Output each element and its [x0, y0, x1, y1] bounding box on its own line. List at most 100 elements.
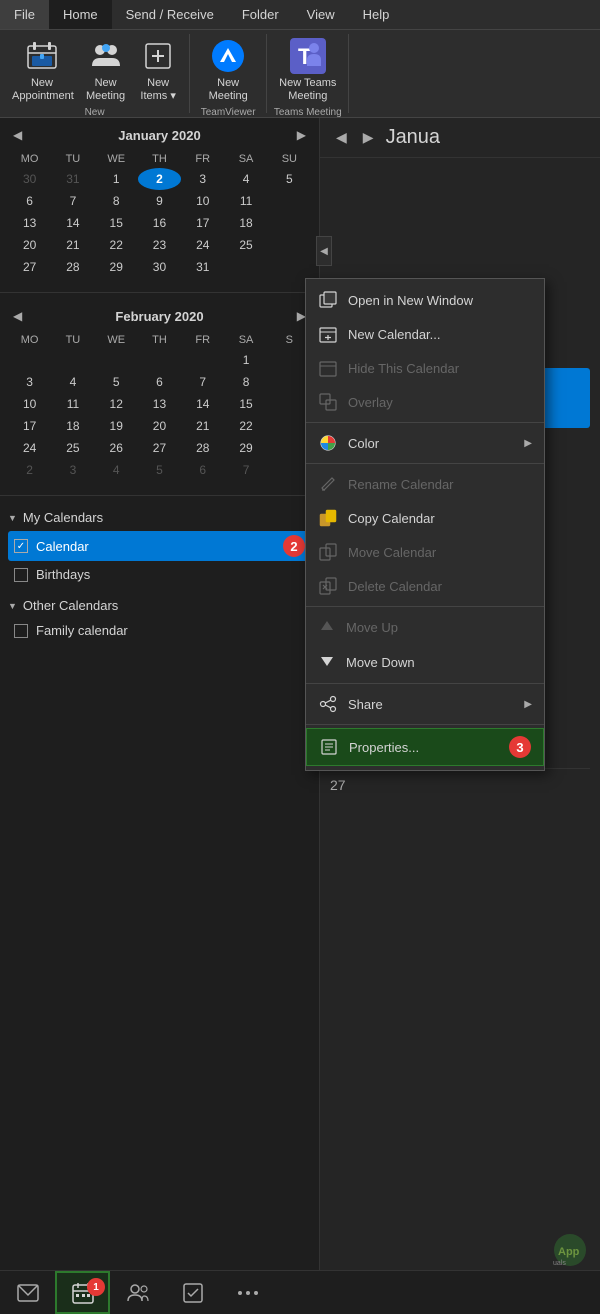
feb-day-1[interactable]: 1 — [224, 349, 267, 371]
feb-day-4[interactable]: 4 — [51, 371, 94, 393]
jan-day-5[interactable]: 5 — [268, 168, 311, 190]
ctx-color[interactable]: Color ▶ — [306, 426, 544, 460]
jan-day-6[interactable]: 6 — [8, 190, 51, 212]
jan-day-31[interactable]: 31 — [181, 256, 224, 278]
menu-send-receive[interactable]: Send / Receive — [112, 0, 228, 29]
jan-day-7[interactable]: 7 — [51, 190, 94, 212]
feb-day-29[interactable]: 29 — [224, 437, 267, 459]
january-prev[interactable]: ◀ — [8, 126, 27, 144]
teamviewer-meeting-button[interactable]: NewMeeting — [196, 34, 260, 107]
jan-day-27[interactable]: 27 — [8, 256, 51, 278]
menu-help[interactable]: Help — [349, 0, 404, 29]
jan-day-29[interactable]: 29 — [95, 256, 138, 278]
jan-day-30prev[interactable]: 30 — [8, 168, 51, 190]
new-appointment-button[interactable]: NewAppointment — [6, 34, 78, 107]
teams-meeting-button[interactable]: T New TeamsMeeting — [273, 34, 342, 107]
feb-day-5[interactable]: 5 — [95, 371, 138, 393]
january-next[interactable]: ▶ — [292, 126, 311, 144]
menu-home[interactable]: Home — [49, 0, 112, 29]
calendar-item-birthdays[interactable]: Birthdays — [8, 563, 311, 586]
jan-day-1[interactable]: 1 — [95, 168, 138, 190]
nav-mail[interactable] — [0, 1271, 55, 1314]
jan-day-22[interactable]: 22 — [95, 234, 138, 256]
menu-folder[interactable]: Folder — [228, 0, 293, 29]
feb-day-2next[interactable]: 2 — [8, 459, 51, 481]
my-calendars-header[interactable]: ▼ My Calendars — [8, 510, 311, 525]
jan-day-11[interactable]: 11 — [224, 190, 267, 212]
jan-day-19[interactable] — [268, 212, 311, 234]
feb-day-27[interactable]: 27 — [138, 437, 181, 459]
right-panel-prev[interactable]: ◀ — [332, 127, 351, 148]
jan-day-2[interactable]: 2 — [138, 168, 181, 190]
jan-day-9[interactable]: 9 — [138, 190, 181, 212]
feb-day-20[interactable]: 20 — [138, 415, 181, 437]
feb-day-3next[interactable]: 3 — [51, 459, 94, 481]
nav-people[interactable] — [110, 1271, 165, 1314]
feb-day-10[interactable]: 10 — [8, 393, 51, 415]
feb-day-3[interactable]: 3 — [8, 371, 51, 393]
feb-day-8[interactable]: 8 — [224, 371, 267, 393]
jan-day-20[interactable]: 20 — [8, 234, 51, 256]
new-items-button[interactable]: NewItems ▾ — [133, 34, 183, 107]
feb-day-15[interactable]: 15 — [224, 393, 267, 415]
jan-day-21[interactable]: 21 — [51, 234, 94, 256]
ctx-copy[interactable]: Copy Calendar — [306, 501, 544, 535]
family-checkbox[interactable] — [14, 624, 28, 638]
feb-day-18[interactable]: 18 — [51, 415, 94, 437]
jan-day-10[interactable]: 10 — [181, 190, 224, 212]
feb-day-12[interactable]: 12 — [95, 393, 138, 415]
nav-more[interactable] — [220, 1271, 275, 1314]
feb-day-26[interactable]: 26 — [95, 437, 138, 459]
feb-day-11[interactable]: 11 — [51, 393, 94, 415]
jan-day-16[interactable]: 16 — [138, 212, 181, 234]
feb-day-6next[interactable]: 6 — [181, 459, 224, 481]
menu-file[interactable]: File — [0, 0, 49, 29]
feb-day-24[interactable]: 24 — [8, 437, 51, 459]
nav-tasks[interactable] — [165, 1271, 220, 1314]
ctx-properties[interactable]: Properties... 3 — [306, 728, 544, 766]
jan-day-12[interactable] — [268, 190, 311, 212]
jan-day-30[interactable]: 30 — [138, 256, 181, 278]
feb-day-6[interactable]: 6 — [138, 371, 181, 393]
ctx-open-new-window[interactable]: Open in New Window — [306, 283, 544, 317]
birthdays-checkbox[interactable] — [14, 568, 28, 582]
jan-day-26[interactable] — [268, 234, 311, 256]
jan-day-15[interactable]: 15 — [95, 212, 138, 234]
jan-day-13[interactable]: 13 — [8, 212, 51, 234]
menu-view[interactable]: View — [293, 0, 349, 29]
feb-day-13[interactable]: 13 — [138, 393, 181, 415]
jan-day-24[interactable]: 24 — [181, 234, 224, 256]
feb-day-21[interactable]: 21 — [181, 415, 224, 437]
feb-day-25[interactable]: 25 — [51, 437, 94, 459]
feb-day-17[interactable]: 17 — [8, 415, 51, 437]
jan-day-3[interactable]: 3 — [181, 168, 224, 190]
jan-day-14[interactable]: 14 — [51, 212, 94, 234]
ctx-share[interactable]: Share ▶ — [306, 687, 544, 721]
feb-day-7next[interactable]: 7 — [224, 459, 267, 481]
feb-day-4next[interactable]: 4 — [95, 459, 138, 481]
feb-day-5next[interactable]: 5 — [138, 459, 181, 481]
nav-calendar[interactable]: 1 — [55, 1271, 110, 1314]
jan-day-17[interactable]: 17 — [181, 212, 224, 234]
feb-day-19[interactable]: 19 — [95, 415, 138, 437]
jan-day-18[interactable]: 18 — [224, 212, 267, 234]
calendar-checkbox[interactable]: ✓ — [14, 539, 28, 553]
other-calendars-header[interactable]: ▼ Other Calendars — [8, 598, 311, 613]
feb-day-7[interactable]: 7 — [181, 371, 224, 393]
right-panel-next[interactable]: ▶ — [359, 127, 378, 148]
jan-day-4[interactable]: 4 — [224, 168, 267, 190]
feb-day-14[interactable]: 14 — [181, 393, 224, 415]
jan-day-28[interactable]: 28 — [51, 256, 94, 278]
feb-day-28[interactable]: 28 — [181, 437, 224, 459]
ctx-new-calendar[interactable]: New Calendar... — [306, 317, 544, 351]
jan-day-25[interactable]: 25 — [224, 234, 267, 256]
february-prev[interactable]: ◀ — [8, 307, 27, 325]
jan-day-23[interactable]: 23 — [138, 234, 181, 256]
jan-day-8[interactable]: 8 — [95, 190, 138, 212]
calendar-item-calendar[interactable]: ✓ Calendar 2 — [8, 531, 311, 561]
calendar-item-family[interactable]: Family calendar — [8, 619, 311, 642]
ctx-move-down[interactable]: Move Down — [306, 645, 544, 680]
jan-day-31prev[interactable]: 31 — [51, 168, 94, 190]
feb-day-22[interactable]: 22 — [224, 415, 267, 437]
sidebar-collapse-button[interactable]: ◀ — [316, 236, 332, 266]
